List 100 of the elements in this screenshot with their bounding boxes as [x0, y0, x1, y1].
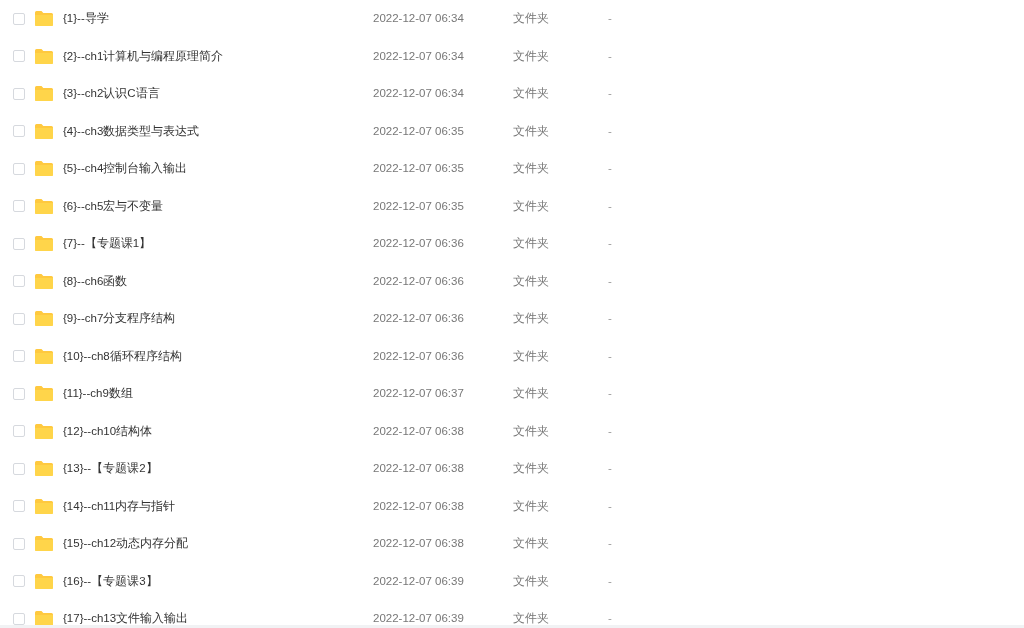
file-name[interactable]: {6}--ch5宏与不变量	[63, 199, 373, 213]
folder-icon	[35, 48, 53, 64]
modified-date: 2022-12-07 06:35	[373, 124, 465, 138]
size-value: -	[608, 199, 612, 213]
file-type: 文件夹	[513, 87, 550, 101]
folder-icon	[35, 573, 53, 589]
folder-icon	[35, 536, 53, 552]
modified-date: 2022-12-07 06:34	[373, 87, 465, 101]
file-name[interactable]: {15}--ch12动态内存分配	[63, 537, 373, 551]
checkbox[interactable]	[13, 12, 25, 25]
size-value: -	[608, 349, 612, 363]
file-name[interactable]: {13}--【专题课2】	[63, 462, 373, 476]
file-type: 文件夹	[513, 199, 550, 213]
folder-icon	[35, 123, 53, 139]
modified-date: 2022-12-07 06:38	[373, 499, 465, 513]
size-value: -	[608, 574, 612, 588]
checkbox[interactable]	[13, 537, 25, 550]
checkbox[interactable]	[13, 237, 25, 250]
modified-date: 2022-12-07 06:38	[373, 462, 465, 476]
modified-date: 2022-12-07 06:39	[373, 574, 465, 588]
folder-icon	[35, 461, 53, 477]
file-type: 文件夹	[513, 237, 550, 251]
checkbox[interactable]	[13, 387, 25, 400]
size-value: -	[608, 612, 612, 625]
size-value: -	[608, 49, 612, 63]
file-name[interactable]: {8}--ch6函数	[63, 274, 373, 288]
file-name[interactable]: {1}--导学	[63, 12, 373, 26]
size-value: -	[608, 462, 612, 476]
size-value: -	[608, 499, 612, 513]
file-name[interactable]: {17}--ch13文件输入输出	[63, 612, 373, 625]
modified-date: 2022-12-07 06:38	[373, 537, 465, 551]
checkbox[interactable]	[13, 87, 25, 100]
checkbox[interactable]	[13, 575, 25, 588]
modified-date: 2022-12-07 06:36	[373, 349, 465, 363]
folder-icon	[35, 161, 53, 177]
file-name[interactable]: {16}--【专题课3】	[63, 574, 373, 588]
modified-date: 2022-12-07 06:38	[373, 424, 465, 438]
folder-icon	[35, 11, 53, 27]
size-value: -	[608, 312, 612, 326]
file-type: 文件夹	[513, 312, 550, 326]
file-type: 文件夹	[513, 462, 550, 476]
file-name[interactable]: {3}--ch2认识C语言	[63, 87, 373, 101]
size-value: -	[608, 87, 612, 101]
size-value: -	[608, 237, 612, 251]
folder-icon	[35, 611, 53, 625]
checkbox[interactable]	[13, 500, 25, 513]
file-type: 文件夹	[513, 274, 550, 288]
modified-date: 2022-12-07 06:36	[373, 312, 465, 326]
file-name[interactable]: {11}--ch9数组	[63, 387, 373, 401]
checkbox[interactable]	[13, 612, 25, 625]
file-name[interactable]: {4}--ch3数据类型与表达式	[63, 124, 373, 138]
size-value: -	[608, 387, 612, 401]
folder-icon	[35, 86, 53, 102]
folder-icon	[35, 498, 53, 514]
file-name[interactable]: {2}--ch1计算机与编程原理简介	[63, 49, 373, 63]
size-value: -	[608, 537, 612, 551]
size-value: -	[608, 424, 612, 438]
folder-icon	[35, 348, 53, 364]
file-type: 文件夹	[513, 162, 550, 176]
folder-icon	[35, 423, 53, 439]
file-type: 文件夹	[513, 612, 550, 625]
checkbox[interactable]	[13, 350, 25, 363]
checkbox[interactable]	[13, 425, 25, 438]
modified-date: 2022-12-07 06:36	[373, 274, 465, 288]
file-type: 文件夹	[513, 49, 550, 63]
file-name[interactable]: {12}--ch10结构体	[63, 424, 373, 438]
file-type: 文件夹	[513, 124, 550, 138]
checkbox[interactable]	[13, 462, 25, 475]
modified-date: 2022-12-07 06:34	[373, 49, 465, 63]
file-type: 文件夹	[513, 537, 550, 551]
modified-date: 2022-12-07 06:37	[373, 387, 465, 401]
checkbox[interactable]	[13, 50, 25, 63]
file-type: 文件夹	[513, 424, 550, 438]
size-value: -	[608, 162, 612, 176]
size-value: -	[608, 12, 612, 26]
modified-date: 2022-12-07 06:39	[373, 612, 465, 625]
file-type: 文件夹	[513, 12, 550, 26]
file-name[interactable]: {7}--【专题课1】	[63, 237, 373, 251]
checkbox[interactable]	[13, 200, 25, 213]
size-value: -	[608, 124, 612, 138]
modified-date: 2022-12-07 06:36	[373, 237, 465, 251]
file-type: 文件夹	[513, 499, 550, 513]
folder-icon	[35, 198, 53, 214]
file-type: 文件夹	[513, 574, 550, 588]
checkbox[interactable]	[13, 275, 25, 288]
file-name[interactable]: {10}--ch8循环程序结构	[63, 349, 373, 363]
checkbox[interactable]	[13, 312, 25, 325]
modified-date: 2022-12-07 06:34	[373, 12, 465, 26]
size-value: -	[608, 274, 612, 288]
folder-icon	[35, 273, 53, 289]
checkbox[interactable]	[13, 125, 25, 138]
folder-icon	[35, 236, 53, 252]
checkbox[interactable]	[13, 162, 25, 175]
file-type: 文件夹	[513, 387, 550, 401]
folder-icon	[35, 311, 53, 327]
file-name[interactable]: {5}--ch4控制台输入输出	[63, 162, 373, 176]
file-name[interactable]: {14}--ch11内存与指针	[63, 499, 373, 513]
file-name[interactable]: {9}--ch7分支程序结构	[63, 312, 373, 326]
file-type: 文件夹	[513, 349, 550, 363]
folder-icon	[35, 386, 53, 402]
